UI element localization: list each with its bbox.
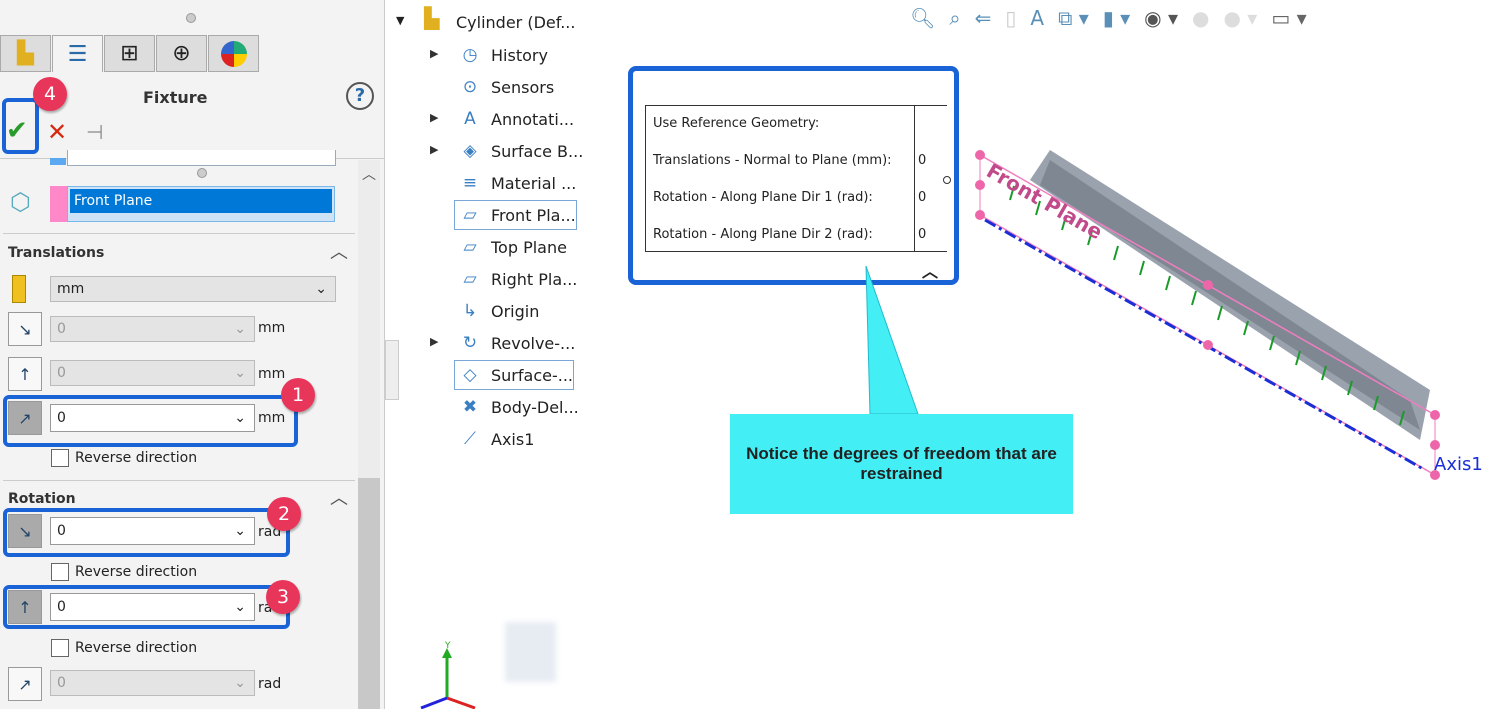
axis-triad: Y <box>420 641 476 709</box>
model-viewport[interactable]: Front Plane Axis1 <box>940 140 1504 500</box>
x-axis-icon <box>446 696 476 709</box>
axis1-label: Axis1 <box>1434 454 1483 475</box>
callout-pointer-shape <box>865 265 919 415</box>
y-label: Y <box>444 641 451 651</box>
z-axis-icon <box>420 696 448 709</box>
tooltip-anchor <box>943 176 951 184</box>
blurred-region <box>505 622 556 682</box>
